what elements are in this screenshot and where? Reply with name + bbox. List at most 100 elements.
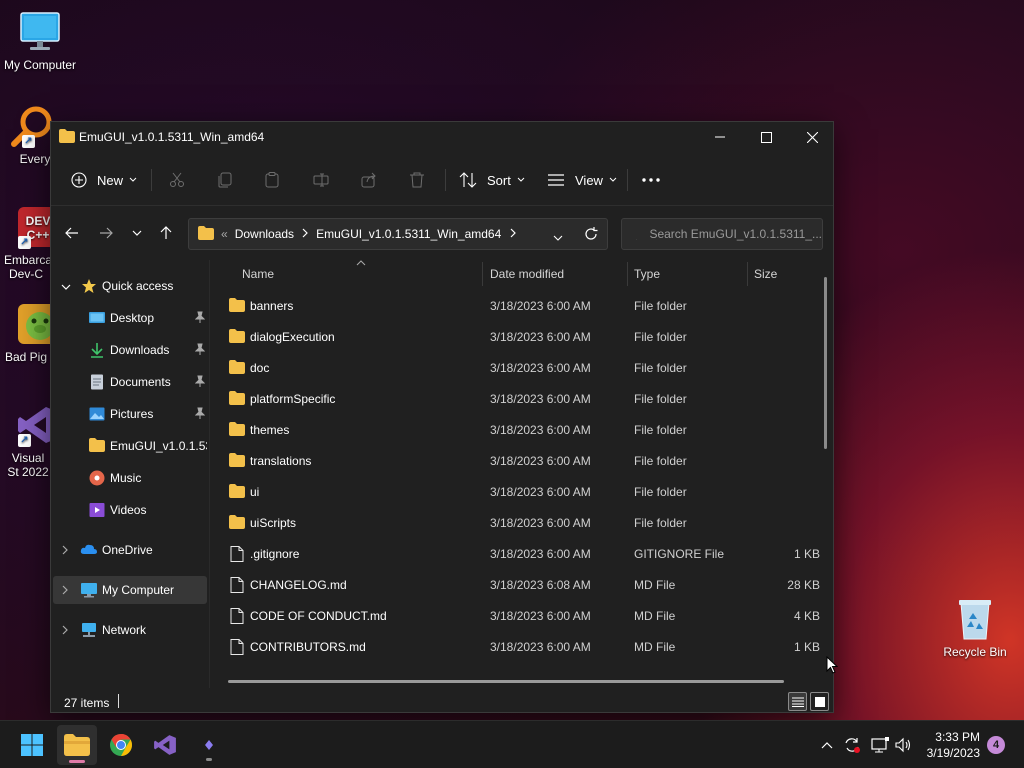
folder-row[interactable]: platformSpecific 3/18/2023 6:00 AM File fo… bbox=[210, 383, 820, 414]
folder-row[interactable]: ui 3/18/2023 6:00 AM File folder bbox=[210, 476, 820, 507]
details-view-icon bbox=[791, 697, 804, 707]
horizontal-scrollbar-thumb[interactable] bbox=[228, 680, 784, 683]
breadcrumb-current-folder[interactable]: EmuGUI_v1.0.1.5311_Win_amd64 bbox=[316, 227, 501, 241]
new-button[interactable]: New bbox=[71, 166, 137, 194]
video-icon bbox=[89, 502, 105, 518]
desktop-icon-my-computer[interactable]: My Computer bbox=[0, 10, 80, 72]
file-row[interactable]: .gitignore 3/18/2023 6:00 AM GITIGNORE Fil… bbox=[210, 538, 820, 569]
nav-my-computer[interactable]: My Computer bbox=[53, 576, 207, 604]
file-row[interactable]: CODE OF CONDUCT.md 3/18/2023 6:00 AM MD Fi… bbox=[210, 600, 820, 631]
vertical-scrollbar-thumb[interactable] bbox=[824, 277, 827, 449]
column-name[interactable]: Name bbox=[242, 267, 274, 281]
show-hidden-icons-button[interactable] bbox=[817, 735, 837, 755]
nav-item-pictures[interactable]: Pictures bbox=[53, 400, 207, 428]
chevron-up-icon bbox=[821, 742, 833, 749]
title-bar[interactable]: EmuGUI_v1.0.1.5311_Win_amd64 bbox=[51, 122, 833, 152]
file-name: dialogExecution bbox=[250, 330, 335, 344]
nav-item-documents[interactable]: Documents bbox=[53, 368, 207, 396]
pin-icon[interactable] bbox=[194, 343, 206, 358]
network-status-button[interactable] bbox=[870, 735, 890, 755]
taskbar-file-explorer[interactable] bbox=[57, 725, 97, 765]
back-button[interactable] bbox=[61, 222, 83, 244]
file-size: 4 KB bbox=[793, 609, 820, 623]
chevron-down-icon[interactable] bbox=[61, 280, 71, 294]
folder-icon bbox=[228, 298, 246, 315]
start-button[interactable] bbox=[12, 725, 52, 765]
file-name: banners bbox=[250, 299, 294, 313]
chevron-right-icon[interactable] bbox=[61, 544, 69, 558]
search-magnifier-icon: ↗ bbox=[8, 104, 52, 148]
file-type: File folder bbox=[634, 330, 687, 344]
chevron-right-icon[interactable] bbox=[302, 227, 308, 241]
nav-onedrive[interactable]: OneDrive bbox=[53, 536, 207, 564]
file-name: CODE OF CONDUCT.md bbox=[250, 609, 387, 623]
address-row: « Downloads EmuGUI_v1.0.1.5311_Win_amd64… bbox=[51, 206, 833, 260]
minimize-button[interactable] bbox=[697, 122, 743, 152]
folder-row[interactable]: uiScripts 3/18/2023 6:00 AM File folder bbox=[210, 507, 820, 538]
taskbar-visual-studio[interactable] bbox=[145, 725, 185, 765]
column-type[interactable]: Type bbox=[634, 267, 660, 281]
chevron-right-icon[interactable] bbox=[510, 227, 517, 241]
column-date-modified[interactable]: Date modified bbox=[490, 267, 564, 281]
rename-button[interactable] bbox=[313, 166, 329, 194]
nav-item-emugui-folder[interactable]: EmuGUI_v1.0.1.5311 bbox=[53, 432, 207, 460]
share-icon bbox=[361, 172, 376, 188]
large-icons-view-button[interactable] bbox=[810, 692, 829, 711]
nav-network[interactable]: Network bbox=[53, 616, 207, 644]
up-button[interactable] bbox=[155, 222, 177, 244]
address-bar[interactable]: « Downloads EmuGUI_v1.0.1.5311_Win_amd64 bbox=[188, 218, 608, 250]
details-view-button[interactable] bbox=[788, 692, 807, 711]
file-row[interactable]: CONTRIBUTORS.md 3/18/2023 6:00 AM MD File 1… bbox=[210, 631, 820, 662]
address-history-button[interactable] bbox=[553, 230, 563, 244]
breadcrumb-overflow[interactable]: « bbox=[221, 227, 228, 241]
file-type: GITIGNORE File bbox=[634, 547, 725, 561]
forward-button[interactable] bbox=[95, 222, 117, 244]
search-input[interactable]: Search EmuGUI_v1.0.1.5311_... bbox=[621, 218, 823, 250]
desktop-icon-recycle-bin[interactable]: Recycle Bin bbox=[935, 597, 1015, 659]
copy-button[interactable] bbox=[217, 166, 233, 194]
folder-icon bbox=[228, 453, 246, 470]
paste-button[interactable] bbox=[264, 166, 280, 194]
chevron-right-icon[interactable] bbox=[61, 624, 69, 638]
volume-button[interactable] bbox=[894, 735, 914, 755]
pin-icon[interactable] bbox=[194, 311, 206, 326]
recent-locations-button[interactable] bbox=[126, 222, 148, 244]
refresh-button[interactable] bbox=[584, 227, 598, 244]
delete-button[interactable] bbox=[409, 166, 425, 194]
notification-badge[interactable]: 4 bbox=[987, 736, 1005, 754]
share-button[interactable] bbox=[361, 166, 377, 194]
clock[interactable]: 3:33 PM 3/19/2023 bbox=[916, 729, 980, 761]
cut-button[interactable] bbox=[169, 166, 185, 194]
command-bar: New Sort View bbox=[51, 152, 833, 206]
folder-row[interactable]: dialogExecution 3/18/2023 6:00 AM File fol… bbox=[210, 321, 820, 352]
close-button[interactable] bbox=[789, 122, 835, 152]
column-size[interactable]: Size bbox=[754, 267, 777, 281]
nav-item-desktop[interactable]: Desktop bbox=[53, 304, 207, 332]
folder-row[interactable]: translations 3/18/2023 6:00 AM File folder bbox=[210, 445, 820, 476]
sort-button[interactable]: Sort bbox=[459, 166, 525, 194]
nav-item-videos[interactable]: Videos bbox=[53, 496, 207, 524]
nav-item-downloads[interactable]: Downloads bbox=[53, 336, 207, 364]
more-options-button[interactable] bbox=[641, 166, 661, 194]
speaker-icon bbox=[895, 737, 911, 753]
sync-status-button[interactable] bbox=[842, 735, 862, 755]
folder-row[interactable]: themes 3/18/2023 6:00 AM File folder bbox=[210, 414, 820, 445]
desktop-icon-label: Embarca Dev-C bbox=[4, 253, 53, 281]
folder-row[interactable]: banners 3/18/2023 6:00 AM File folder bbox=[210, 290, 820, 321]
nav-item-music[interactable]: Music bbox=[53, 464, 207, 492]
taskbar-chrome[interactable] bbox=[101, 725, 141, 765]
file-date-modified: 3/18/2023 6:00 AM bbox=[490, 423, 591, 437]
file-type: File folder bbox=[634, 392, 687, 406]
file-row[interactable]: CHANGELOG.md 3/18/2023 6:08 AM MD File 28 K… bbox=[210, 569, 820, 600]
folder-row[interactable]: doc 3/18/2023 6:00 AM File folder bbox=[210, 352, 820, 383]
chevron-right-icon[interactable] bbox=[61, 584, 69, 598]
sync-icon bbox=[845, 738, 860, 753]
scissors-icon bbox=[170, 172, 184, 187]
maximize-button[interactable] bbox=[743, 122, 789, 152]
breadcrumb-downloads[interactable]: Downloads bbox=[235, 227, 294, 241]
pin-icon[interactable] bbox=[194, 375, 206, 390]
pin-icon[interactable] bbox=[194, 407, 206, 422]
view-button[interactable]: View bbox=[547, 166, 617, 194]
nav-quick-access[interactable]: Quick access bbox=[53, 272, 207, 300]
taskbar-app-running[interactable] bbox=[189, 725, 229, 765]
